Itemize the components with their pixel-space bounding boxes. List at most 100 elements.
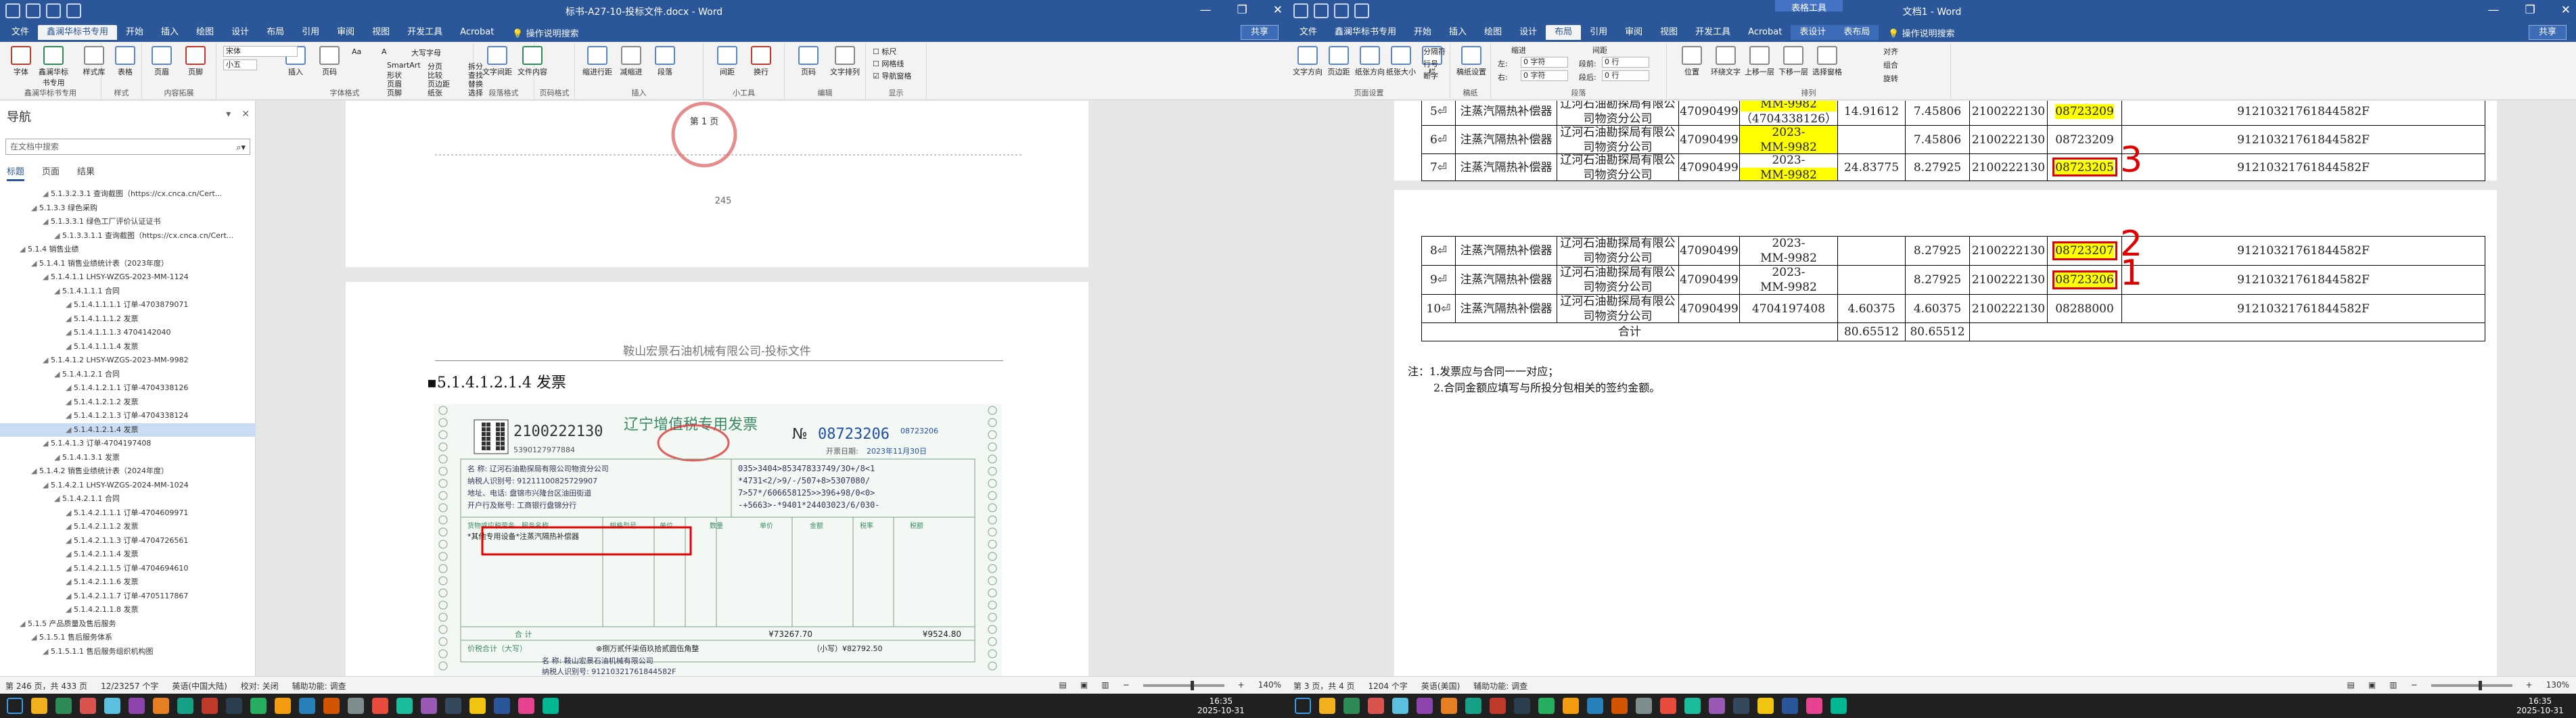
spacing-field-1[interactable]: 0 字符 (1521, 70, 1568, 81)
nav-item[interactable]: ◢ 5.1.3.2.3.1 查询截图（https://cx.cnca.cn/Cer… (0, 187, 256, 201)
word-icon[interactable] (299, 698, 315, 714)
view-check-1[interactable]: ☐ 网格线 (873, 58, 904, 69)
layout-label-3[interactable]: 行号 (1423, 58, 1438, 69)
ribbon-button-1[interactable]: 鑫澜华标书专用 (35, 46, 72, 88)
case-option-1[interactable]: A (382, 47, 387, 56)
status-item-1[interactable]: 1204 个字 (1368, 680, 1408, 692)
chrome-icon[interactable] (129, 698, 145, 714)
read-mode-icon[interactable]: ▤ (2347, 680, 2355, 690)
small-button-7[interactable]: 纸张 (428, 87, 442, 98)
expand-arrow-icon[interactable]: ◢ (43, 437, 51, 451)
pdf-icon[interactable] (1611, 698, 1628, 714)
ribbon-button-14[interactable]: 换行 (743, 46, 779, 77)
status-item-3[interactable]: 辅助功能: 调查 (1473, 680, 1527, 692)
zoom-out-button[interactable]: − (2411, 680, 2418, 690)
tab-2[interactable]: 开始 (1405, 25, 1440, 40)
store-icon[interactable] (1684, 698, 1701, 714)
video-icon[interactable] (372, 698, 388, 714)
notes-icon[interactable] (1709, 698, 1725, 714)
small-button-11[interactable]: 选择 (468, 87, 483, 98)
wps-icon[interactable] (202, 698, 218, 714)
expand-arrow-icon[interactable]: ◢ (54, 285, 62, 299)
nav-tab-pages[interactable]: 页面 (42, 164, 60, 181)
tab-10[interactable]: 开发工具 (398, 25, 451, 40)
expand-arrow-icon[interactable]: ◢ (66, 423, 74, 437)
task-view-icon[interactable] (1343, 698, 1360, 714)
expand-arrow-icon[interactable]: ◢ (66, 340, 74, 354)
expand-arrow-icon[interactable]: ◢ (43, 645, 51, 659)
layout-label-1[interactable]: 间距 (1592, 45, 1607, 55)
case-option-2[interactable]: 大写字母 (411, 47, 441, 58)
file-explorer-icon[interactable] (80, 698, 96, 714)
ribbon-button-3[interactable]: 表格 (107, 46, 143, 77)
expand-arrow-icon[interactable]: ◢ (20, 617, 28, 631)
nav-item[interactable]: ◢ 5.1.4.2.1.1.5 订单-4704694610 (0, 562, 256, 576)
music-icon[interactable] (1806, 698, 1822, 714)
ribbon-button-4[interactable]: 页眉 (143, 46, 180, 77)
photos-icon[interactable] (1757, 698, 1774, 714)
tab-6[interactable]: 布局 (1546, 25, 1582, 40)
tab-0[interactable]: 文件 (1291, 25, 1326, 40)
spacing-field-2[interactable]: 0 行 (1602, 57, 1649, 68)
folder-icon[interactable] (226, 698, 242, 714)
expand-arrow-icon[interactable]: ◢ (66, 381, 74, 396)
nav-item[interactable]: ◢ 5.1.4.1.2 LHSY-WZGS-2023-MM-9982 (0, 354, 256, 368)
nav-item[interactable]: ◢ 5.1.4.1.1.1.1 订单-4703879071 (0, 298, 256, 312)
maximize-button[interactable]: ❐ (1237, 3, 1247, 17)
zoom-slider-thumb[interactable] (2478, 681, 2482, 690)
excel-icon[interactable] (250, 698, 267, 714)
layout-label-4[interactable]: 断字 (1423, 70, 1438, 81)
status-item-2[interactable]: 英语(美国) (1421, 680, 1460, 692)
tab-3[interactable]: 插入 (152, 25, 187, 40)
expand-arrow-icon[interactable]: ◢ (66, 603, 74, 617)
terminal-icon[interactable] (1733, 698, 1749, 714)
tab-4[interactable]: 绘图 (1475, 25, 1511, 40)
expand-arrow-icon[interactable]: ◢ (66, 548, 74, 562)
wps-icon[interactable] (1490, 698, 1506, 714)
nav-options-icon[interactable]: ▾ (226, 109, 231, 120)
wechat-icon[interactable] (153, 698, 169, 714)
map-icon[interactable] (1831, 698, 1847, 714)
edge-icon[interactable] (1392, 698, 1408, 714)
share-button[interactable]: 共享 (1240, 25, 1279, 40)
ribbon-button-10[interactable]: 缩进行距 (579, 46, 616, 77)
tab-2[interactable]: 开始 (117, 25, 152, 40)
arrange-small-0[interactable]: 对齐 (1883, 46, 1898, 57)
status-item-4[interactable]: 辅助功能: 调查 (292, 680, 346, 692)
small-button-3[interactable]: 页脚 (387, 87, 402, 98)
zoom-slider[interactable] (2431, 681, 2512, 690)
music-icon[interactable] (518, 698, 534, 714)
nav-item[interactable]: ◢ 5.1.4.2.1.1.2 发票 (0, 520, 256, 534)
video-icon[interactable] (1660, 698, 1676, 714)
expand-arrow-icon[interactable]: ◢ (31, 464, 39, 479)
ribbon-button-0[interactable]: 字体 (3, 46, 39, 77)
nav-item[interactable]: ◢ 5.1.4.1.2.1.4 发票 (0, 423, 256, 437)
search-icon[interactable] (31, 698, 47, 714)
nav-item[interactable]: ◢ 5.1.4.2.1.1.7 订单-4705117867 (0, 590, 256, 604)
qq-icon[interactable] (1465, 698, 1481, 714)
tab-7[interactable]: 引用 (293, 25, 328, 40)
nav-tab-results[interactable]: 结果 (77, 164, 95, 181)
layout-label-2[interactable]: 分隔符 (1423, 46, 1446, 57)
nav-item[interactable]: ◢ 5.1.4.2.1.1.8 发票 (0, 603, 256, 617)
ribbon-button-13[interactable]: 间距 (709, 46, 745, 77)
word-icon[interactable] (1587, 698, 1603, 714)
nav-item[interactable]: ◢ 5.1.5 产品质量及售后服务 (0, 617, 256, 631)
ribbon-button-11[interactable]: 减缩进 (613, 46, 649, 77)
nav-item[interactable]: ◢ 5.1.5.1 售后服务体系 (0, 631, 256, 645)
wechat-icon[interactable] (1441, 698, 1457, 714)
expand-arrow-icon[interactable]: ◢ (43, 187, 51, 201)
tab-0[interactable]: 文件 (3, 25, 38, 40)
maximize-button[interactable]: ❐ (2525, 3, 2535, 17)
nav-item[interactable]: ◢ 5.1.4.2.1.1.6 发票 (0, 575, 256, 590)
expand-arrow-icon[interactable]: ◢ (66, 520, 74, 534)
share-button[interactable]: 共享 (2528, 25, 2567, 40)
expand-arrow-icon[interactable]: ◢ (66, 506, 74, 521)
spacing-field-3[interactable]: 0 行 (1602, 70, 1649, 81)
nav-tab-headings[interactable]: 标题 (7, 164, 25, 181)
expand-arrow-icon[interactable]: ◢ (66, 409, 74, 423)
word-icon[interactable] (494, 698, 510, 714)
ribbon-button-5[interactable]: 页脚 (177, 46, 214, 77)
terminal-icon[interactable] (445, 698, 461, 714)
expand-arrow-icon[interactable]: ◢ (54, 451, 62, 465)
